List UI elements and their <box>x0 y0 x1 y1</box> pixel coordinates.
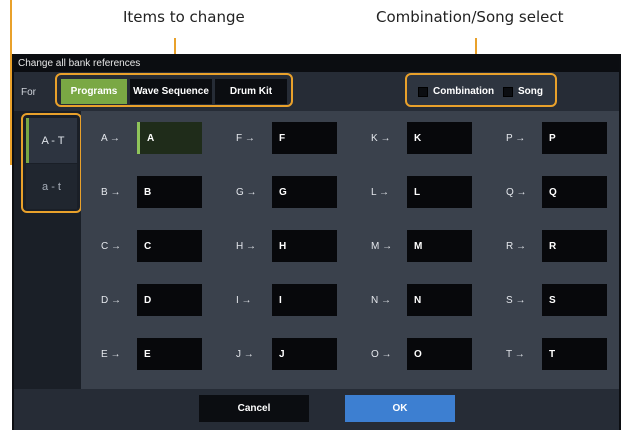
bank-source-label: I → <box>236 294 252 306</box>
bank-map-row: C → C <box>101 230 202 262</box>
annotation-combination-song-select: Combination/Song select <box>376 8 564 26</box>
range-tab-lower[interactable]: a - t <box>26 164 77 209</box>
bank-target-field[interactable]: B <box>137 176 202 208</box>
button-bar: Cancel OK <box>14 389 619 430</box>
tab-wave-sequence[interactable]: Wave Sequence <box>130 79 212 104</box>
bank-target-field[interactable]: I <box>272 284 337 316</box>
combination-song-select: Combination Song <box>405 73 557 107</box>
bank-source-label: C → <box>101 240 121 252</box>
bank-map-row: I → I <box>236 284 337 316</box>
bank-map-row: N → N <box>371 284 472 316</box>
bank-target-field[interactable]: P <box>542 122 607 154</box>
bank-map-row: A → A <box>101 122 202 154</box>
bank-map-row: D → D <box>101 284 202 316</box>
bank-target-field[interactable]: L <box>407 176 472 208</box>
bank-map-row: L → L <box>371 176 472 208</box>
bank-target-field[interactable]: C <box>137 230 202 262</box>
bank-source-label: O → <box>371 348 392 360</box>
bank-map-row: Q → Q <box>506 176 607 208</box>
bank-target-field[interactable]: Q <box>542 176 607 208</box>
dialog-title: Change all bank references <box>14 56 619 72</box>
bank-map-row: H → H <box>236 230 337 262</box>
bank-map-row: F → F <box>236 122 337 154</box>
change-bank-references-dialog: Change all bank references For Programs … <box>12 54 621 430</box>
bank-source-label: J → <box>236 348 254 360</box>
bank-target-field[interactable]: A <box>137 122 202 154</box>
bank-source-label: G → <box>236 186 257 198</box>
bank-target-field[interactable]: N <box>407 284 472 316</box>
range-tabs: A - T a - t <box>21 113 82 213</box>
bank-map-row: S → S <box>506 284 607 316</box>
bank-source-label: D → <box>101 294 121 306</box>
cancel-button[interactable]: Cancel <box>199 395 309 422</box>
bank-target-field[interactable]: E <box>137 338 202 370</box>
bank-source-label: R → <box>506 240 526 252</box>
bank-source-label: P → <box>506 132 526 144</box>
bank-target-field[interactable]: H <box>272 230 337 262</box>
bank-source-label: K → <box>371 132 391 144</box>
bank-source-label: M → <box>371 240 393 252</box>
bank-target-field[interactable]: M <box>407 230 472 262</box>
bank-source-label: H → <box>236 240 256 252</box>
bank-source-label: L → <box>371 186 389 198</box>
bank-map-row: T → T <box>506 338 607 370</box>
bank-map-row: O → O <box>371 338 472 370</box>
bank-source-label: A → <box>101 132 120 144</box>
annotation-items-to-change: Items to change <box>123 8 245 26</box>
for-label: For <box>21 87 36 98</box>
tab-drum-kit[interactable]: Drum Kit <box>215 79 287 104</box>
checkbox-box <box>503 86 513 97</box>
checkbox-box <box>418 86 428 97</box>
bank-map-row: R → R <box>506 230 607 262</box>
range-tab-upper[interactable]: A - T <box>26 118 77 163</box>
bank-source-label: Q → <box>506 186 527 198</box>
song-checkbox[interactable]: Song <box>503 86 543 97</box>
song-label: Song <box>518 86 543 97</box>
combination-checkbox[interactable]: Combination <box>418 86 494 97</box>
bank-target-field[interactable]: S <box>542 284 607 316</box>
bank-target-field[interactable]: J <box>272 338 337 370</box>
range-sidebar: A - T a - t <box>14 111 82 389</box>
tab-programs[interactable]: Programs <box>61 79 127 104</box>
bank-target-field[interactable]: F <box>272 122 337 154</box>
bank-source-label: B → <box>101 186 121 198</box>
bank-target-field[interactable]: D <box>137 284 202 316</box>
bank-source-label: N → <box>371 294 391 306</box>
bank-mapping-grid: A → A B → B C → C D → D E → E F → F G → G H → H I → I J → J… <box>81 111 619 389</box>
bank-target-field[interactable]: T <box>542 338 607 370</box>
bank-target-field[interactable]: G <box>272 176 337 208</box>
bank-map-row: K → K <box>371 122 472 154</box>
bank-map-row: J → J <box>236 338 337 370</box>
bank-map-row: E → E <box>101 338 202 370</box>
bank-source-label: S → <box>506 294 526 306</box>
combination-label: Combination <box>433 86 495 97</box>
bank-source-label: T → <box>506 348 525 360</box>
items-to-change-tabs: Programs Wave Sequence Drum Kit <box>55 73 293 107</box>
bank-map-row: G → G <box>236 176 337 208</box>
bank-map-row: B → B <box>101 176 202 208</box>
bank-map-row: M → M <box>371 230 472 262</box>
bank-target-field[interactable]: R <box>542 230 607 262</box>
bank-source-label: E → <box>101 348 121 360</box>
bank-map-row: P → P <box>506 122 607 154</box>
bank-source-label: F → <box>236 132 255 144</box>
bank-target-field[interactable]: O <box>407 338 472 370</box>
bank-target-field[interactable]: K <box>407 122 472 154</box>
ok-button[interactable]: OK <box>345 395 455 422</box>
